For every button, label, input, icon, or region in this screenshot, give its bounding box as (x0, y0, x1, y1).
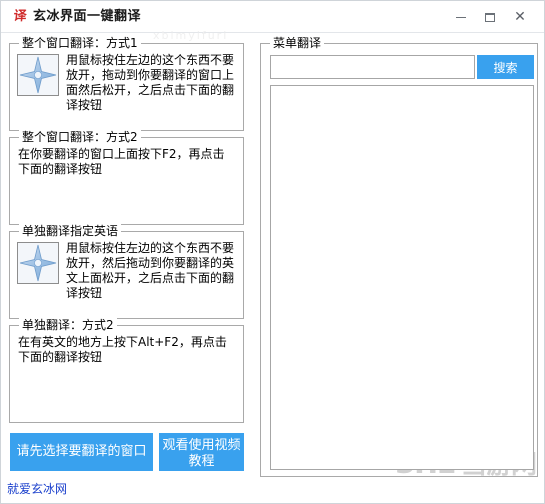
group-whole-window-method1: 整个窗口翻译：方式1 用鼠标按住左边的这个东西不要放开，拖动到你要翻译的窗口上面… (9, 36, 244, 131)
video-tutorial-label-line2: 教程 (188, 454, 215, 469)
instruction-text: 用鼠标按住左边的这个东西不要放开，拖动到你要翻译的窗口上面然后松开，之后点击下面… (66, 53, 235, 112)
search-button[interactable]: 搜索 (477, 55, 534, 79)
minimize-icon (456, 17, 466, 18)
app-window: 译 玄冰界面一键翻译 ✕ xbimyifuri 3HE 当游网 整个窗口翻译：方… (0, 0, 545, 504)
minimize-button[interactable] (450, 7, 472, 27)
group-title: 整个窗口翻译：方式1 (19, 36, 141, 50)
search-input[interactable] (270, 55, 475, 79)
compass-star-icon (19, 244, 57, 282)
group-title: 单独翻译：方式2 (19, 318, 117, 332)
group-title: 单独翻译指定英语 (19, 224, 122, 238)
site-link[interactable]: 就爱玄冰网 (7, 482, 67, 497)
group-title: 整个窗口翻译：方式2 (19, 130, 141, 144)
compass-star-icon (19, 56, 57, 94)
app-logo-icon: 译 (12, 9, 28, 24)
instruction-text: 用鼠标按住左边的这个东西不要放开，然后拖动到你要翻译的英文上面松开，之后点击下面… (66, 241, 235, 300)
select-window-button[interactable]: 请先选择要翻译的窗口 (10, 433, 153, 471)
group-single-method2: 单独翻译：方式2 在有英文的地方上按下Alt+F2，再点击下面的翻译按钮 (9, 318, 244, 423)
instruction-text: 在你要翻译的窗口上面按下F2，再点击下面的翻译按钮 (18, 147, 225, 176)
video-tutorial-button[interactable]: 观看使用视频 教程 (159, 433, 244, 471)
group-single-english: 单独翻译指定英语 用鼠标按住左边的这个东西不要放开，然后拖动到你要翻译的英文上面… (9, 224, 244, 319)
group-whole-window-method2: 整个窗口翻译：方式2 在你要翻译的窗口上面按下F2，再点击下面的翻译按钮 (9, 130, 244, 225)
maximize-button[interactable] (479, 7, 501, 27)
instruction-text: 在有英文的地方上按下Alt+F2，再点击下面的翻译按钮 (18, 335, 227, 364)
close-button[interactable]: ✕ (509, 7, 531, 27)
maximize-icon (485, 13, 495, 22)
search-results-list[interactable] (270, 85, 534, 470)
drag-target-icon[interactable] (17, 242, 59, 284)
title-bar: 译 玄冰界面一键翻译 ✕ (1, 1, 544, 33)
close-icon: ✕ (514, 9, 526, 25)
drag-target-icon[interactable] (17, 54, 59, 96)
video-tutorial-label-line1: 观看使用视频 (162, 438, 241, 453)
window-title: 玄冰界面一键翻译 (33, 9, 142, 24)
group-title: 菜单翻译 (270, 36, 325, 50)
